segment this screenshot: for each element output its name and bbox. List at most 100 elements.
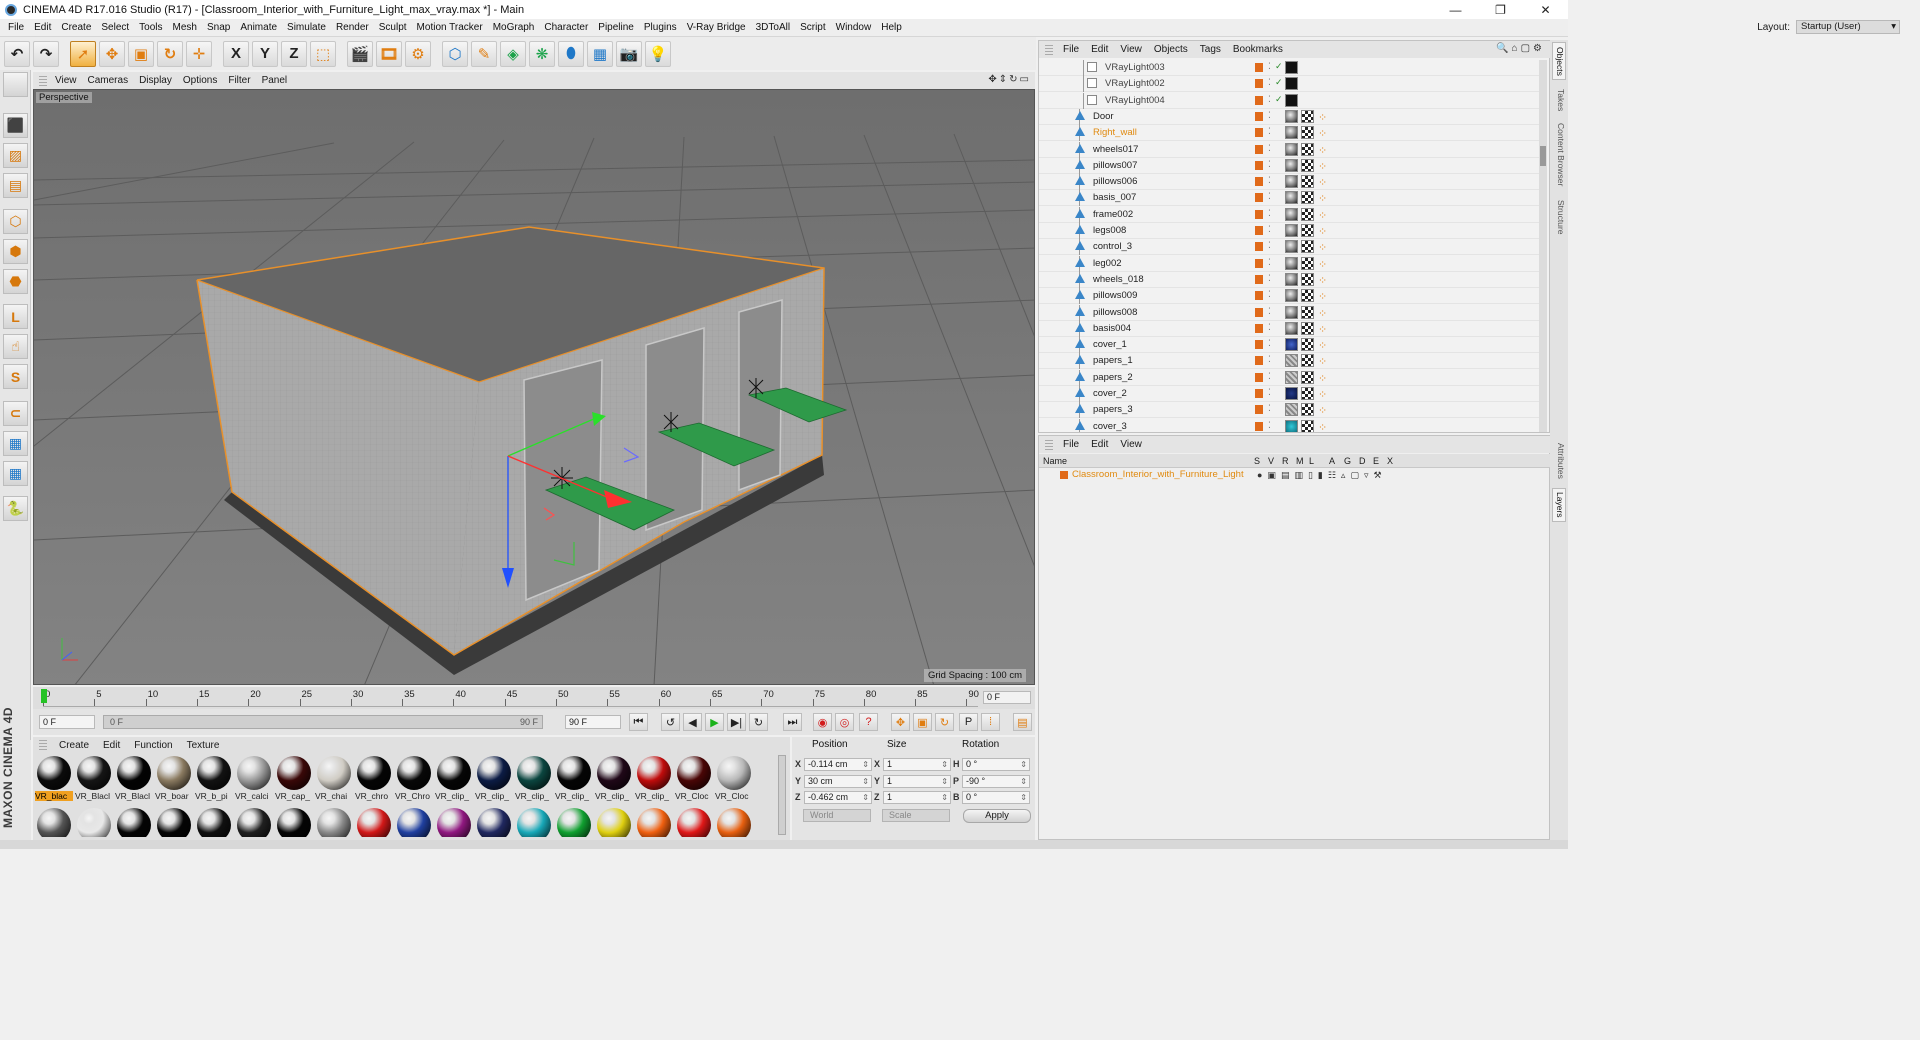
layer-row[interactable]: Classroom_Interior_with_Furniture_Light … (1039, 468, 1551, 482)
menu-snap[interactable]: Snap (207, 22, 230, 33)
visibility-dots-icon[interactable]: ⁚ (1268, 61, 1271, 72)
recent-tool-icon[interactable]: ✛ (186, 40, 212, 67)
phong-tag-icon[interactable]: ⁘ (1318, 323, 1327, 336)
menu-window[interactable]: Window (836, 22, 872, 33)
layer-color-swatch[interactable] (1255, 242, 1263, 252)
uvw-tag-icon[interactable] (1301, 109, 1314, 123)
object-name[interactable]: VRayLight004 (1105, 95, 1165, 106)
object-row[interactable]: basis004 ⁚ ⁘ (1039, 320, 1539, 337)
uvw-tag-icon[interactable] (1301, 191, 1314, 205)
material-tag-icon[interactable] (1285, 224, 1298, 237)
material-preview[interactable] (677, 808, 711, 837)
visibility-dots-icon[interactable]: ⁚ (1268, 191, 1271, 202)
material-tag-icon[interactable] (1285, 387, 1298, 400)
material-name[interactable]: VR_clip_ (595, 791, 633, 801)
material-name[interactable]: VR_clip_ (555, 791, 593, 801)
panel-grip-icon[interactable] (39, 740, 47, 750)
material-swatch[interactable] (75, 807, 113, 837)
panel-grip-icon[interactable] (1045, 439, 1053, 450)
material-name[interactable]: VR_clip_ (435, 791, 473, 801)
coordinate-system-icon[interactable]: ⬚ (310, 40, 336, 67)
material-swatch[interactable]: VR_Chro (395, 755, 433, 803)
live-select-icon[interactable]: ➚ (70, 40, 96, 67)
menu-help[interactable]: Help (881, 22, 902, 33)
material-preview[interactable] (597, 756, 631, 790)
material-swatch[interactable]: VR_b_pi (195, 755, 233, 803)
side-tab-layers[interactable]: Layers (1552, 488, 1566, 522)
object-row[interactable]: pillows008 ⁚ ⁘ (1039, 304, 1539, 321)
material-swatch[interactable] (675, 807, 713, 837)
render-view-icon[interactable]: 🎬 (347, 40, 373, 67)
material-preview[interactable] (357, 756, 391, 790)
layer-color-swatch[interactable] (1255, 144, 1263, 154)
material-name[interactable]: VR_clip_ (515, 791, 553, 801)
minimize-button[interactable]: — (1433, 0, 1478, 19)
object-name[interactable]: cover_1 (1093, 339, 1127, 350)
phong-tag-icon[interactable]: ⁘ (1318, 339, 1327, 352)
material-swatch[interactable]: VR_cap_ (275, 755, 313, 803)
object-row[interactable]: cover_2 ⁚ ⁘ (1039, 386, 1539, 402)
side-tab-objects[interactable]: Objects (1552, 42, 1566, 80)
material-menu-function[interactable]: Function (134, 740, 172, 751)
object-name[interactable]: wheels_018 (1093, 274, 1144, 285)
material-name[interactable]: VR_Blacl (115, 791, 153, 801)
material-name[interactable]: VR_Cloc (715, 791, 753, 801)
lock-icon[interactable]: ▦ (3, 461, 28, 486)
viewport-menu-cameras[interactable]: Cameras (88, 75, 129, 86)
object-name[interactable]: control_3 (1093, 241, 1132, 252)
object-menu-tags[interactable]: Tags (1200, 44, 1221, 55)
python-icon[interactable]: 🐍 (3, 496, 28, 521)
visibility-dots-icon[interactable]: ⁚ (1268, 273, 1271, 284)
object-menu-edit[interactable]: Edit (1091, 44, 1108, 55)
phong-tag-icon[interactable]: ⁘ (1318, 225, 1327, 238)
move-icon[interactable]: ✥ (99, 40, 125, 67)
phong-tag-icon[interactable]: ⁘ (1318, 290, 1327, 303)
layer-color-swatch[interactable] (1255, 356, 1263, 366)
material-preview[interactable] (397, 756, 431, 790)
uvw-tag-icon[interactable] (1301, 419, 1314, 432)
object-menu-bookmarks[interactable]: Bookmarks (1233, 44, 1283, 55)
material-preview[interactable] (557, 756, 591, 790)
phong-tag-icon[interactable]: ⁘ (1318, 209, 1327, 222)
material-tag-icon[interactable] (1285, 272, 1298, 286)
material-swatch[interactable] (195, 807, 233, 837)
close-button[interactable]: ✕ (1523, 0, 1568, 19)
material-swatch[interactable] (355, 807, 393, 837)
material-name[interactable]: VR_chai (315, 791, 353, 801)
material-preview[interactable] (37, 808, 71, 837)
material-swatch[interactable]: VR_chai (315, 755, 353, 803)
go-to-start-button[interactable]: ⏮ (629, 713, 648, 731)
material-name[interactable]: VR_clip_ (475, 791, 513, 801)
viewport-menu-panel[interactable]: Panel (262, 75, 288, 86)
uvw-tag-icon[interactable] (1301, 272, 1314, 286)
material-preview[interactable] (157, 808, 191, 837)
layer-color-swatch[interactable] (1255, 177, 1263, 187)
phong-tag-icon[interactable]: ⁘ (1318, 372, 1327, 385)
object-row[interactable]: pillows009 ⁚ ⁘ (1039, 288, 1539, 305)
object-name[interactable]: Door (1093, 111, 1114, 122)
size-x-field[interactable]: 1 (883, 758, 951, 771)
solo-icon[interactable]: S (3, 364, 28, 389)
object-name[interactable]: pillows006 (1093, 176, 1137, 187)
object-name[interactable]: leg002 (1093, 258, 1122, 269)
material-swatch[interactable]: VR_clip_ (555, 755, 593, 803)
viewport-navigation-icons[interactable]: ✥⇕↻▭ (988, 74, 1031, 85)
menu-character[interactable]: Character (544, 22, 588, 33)
layer-color-swatch[interactable] (1255, 307, 1263, 317)
object-name[interactable]: pillows008 (1093, 307, 1137, 318)
visibility-dots-icon[interactable]: ⁚ (1268, 175, 1271, 186)
object-row[interactable]: papers_2 ⁚ ⁘ (1039, 369, 1539, 386)
material-preview[interactable] (237, 808, 271, 837)
material-name[interactable]: VR_boar (155, 791, 193, 801)
previous-key-button[interactable]: ↺ (661, 713, 680, 731)
menu-mograph[interactable]: MoGraph (493, 22, 535, 33)
layer-header-r[interactable]: R (1282, 456, 1289, 466)
object-manager-tool-icons[interactable]: 🔍⌂▢⚙ (1496, 43, 1545, 54)
record-parameter-button[interactable]: P (959, 713, 978, 731)
object-row[interactable]: legs008 ⁚ ⁘ (1039, 223, 1539, 239)
material-swatch[interactable] (315, 807, 353, 837)
side-tab-takes[interactable]: Takes (1552, 84, 1566, 116)
material-preview[interactable] (357, 808, 391, 837)
uvw-tag-icon[interactable] (1301, 354, 1314, 368)
material-name[interactable]: VR_Blacl (75, 791, 113, 801)
